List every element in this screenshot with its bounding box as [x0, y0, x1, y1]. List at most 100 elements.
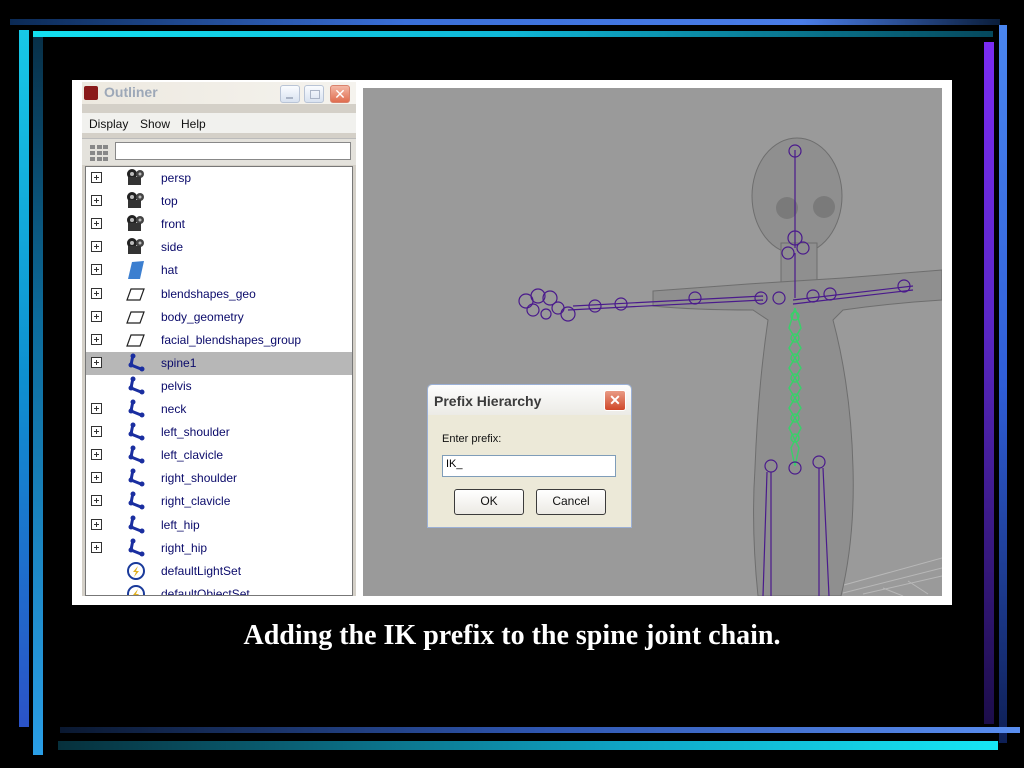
mesh-icon — [124, 260, 148, 280]
filter-input[interactable] — [115, 142, 351, 160]
dialog-close-button[interactable]: ✕ — [604, 390, 626, 411]
slide-frame-bar-bottom — [58, 741, 998, 750]
outliner-item-label: right_shoulder — [161, 471, 238, 486]
camera-icon — [124, 214, 148, 234]
close-button[interactable]: ✕ — [330, 85, 350, 103]
outliner-item-right-shoulder[interactable]: right_shoulder — [86, 467, 352, 490]
expand-icon[interactable] — [91, 356, 102, 368]
maximize-button[interactable] — [304, 85, 324, 103]
expand-icon[interactable] — [91, 310, 102, 322]
outliner-item-facial-blendshapes-group[interactable]: facial_blendshapes_group — [86, 329, 352, 352]
slide-frame-bar-left — [19, 30, 29, 727]
prefix-label: Enter prefix: — [442, 433, 502, 445]
filter-row — [82, 138, 356, 165]
outliner-item-defaultobjectset[interactable]: defaultObjectSet — [86, 583, 352, 596]
set-icon — [124, 584, 148, 595]
expand-icon[interactable] — [91, 287, 102, 299]
outliner-item-label: left_hip — [161, 517, 200, 532]
minimize-button[interactable] — [280, 85, 300, 103]
expand-icon[interactable] — [91, 541, 102, 553]
outliner-item-body-geometry[interactable]: body_geometry — [86, 306, 352, 329]
outliner-item-label: neck — [161, 402, 187, 416]
slide-frame-bar-top — [10, 19, 1000, 25]
outliner-item-side[interactable]: side — [86, 236, 352, 259]
menu-show[interactable]: Show — [140, 117, 170, 131]
cancel-button[interactable]: Cancel — [536, 489, 606, 515]
outliner-menubar: Display Show Help — [82, 113, 356, 133]
expand-icon[interactable] — [91, 449, 102, 461]
slide-frame-bar-right-inner — [984, 42, 994, 724]
outliner-item-persp[interactable]: persp — [86, 167, 352, 190]
outliner-item-spine1[interactable]: spine1 — [86, 351, 352, 375]
outliner-item-label: right_hip — [161, 540, 208, 555]
outliner-window: Outliner ✕ Display Show Help persp top fro… — [82, 82, 356, 596]
joint-icon — [124, 353, 148, 373]
expand-icon[interactable] — [91, 333, 102, 345]
expand-icon[interactable] — [91, 495, 102, 507]
prefix-hierarchy-dialog: Prefix Hierarchy ✕ Enter prefix: IK_ OK … — [427, 384, 632, 528]
slide-frame-bar-top-inner — [33, 31, 993, 37]
expand-icon[interactable] — [91, 472, 102, 484]
outliner-item-left-hip[interactable]: left_hip — [86, 514, 352, 537]
outliner-titlebar[interactable]: Outliner ✕ — [82, 82, 356, 104]
dialog-title: Prefix Hierarchy — [434, 393, 542, 409]
expand-icon[interactable] — [91, 218, 102, 230]
camera-icon — [124, 191, 148, 211]
transform-icon — [124, 284, 148, 304]
slide-frame-bar-left-inner — [33, 37, 43, 755]
outliner-item-label: right_clavicle — [161, 494, 231, 509]
outliner-item-right-clavicle[interactable]: right_clavicle — [86, 490, 352, 513]
transform-icon — [124, 307, 148, 327]
expand-icon[interactable] — [91, 403, 102, 414]
menu-display[interactable]: Display — [89, 117, 128, 131]
expand-icon[interactable] — [91, 195, 102, 207]
joint-icon — [124, 399, 148, 419]
outliner-item-label: hat — [161, 263, 178, 278]
expand-icon[interactable] — [91, 518, 102, 530]
joint-icon — [124, 491, 148, 511]
prefix-input[interactable]: IK_ — [442, 455, 616, 477]
ground-grid — [832, 557, 942, 596]
outliner-item-left-clavicle[interactable]: left_clavicle — [86, 444, 352, 467]
outliner-list: persp top front side hat blendshapes_geo body_… — [85, 166, 353, 596]
hand-joints — [518, 288, 576, 322]
camera-icon — [124, 168, 148, 188]
joint-icon — [124, 468, 148, 488]
slide-frame-bar-right — [999, 25, 1007, 743]
joint-icon — [124, 422, 148, 442]
outliner-item-label: blendshapes_geo — [161, 286, 256, 301]
maya-screenshot: Outliner ✕ Display Show Help persp top fro… — [72, 80, 952, 605]
transform-icon — [124, 330, 148, 350]
outliner-item-label: defaultLightSet — [161, 563, 242, 578]
joint-icon — [124, 515, 148, 535]
outliner-title: Outliner — [104, 84, 158, 100]
outliner-item-hat[interactable]: hat — [86, 259, 352, 282]
outliner-item-right-hip[interactable]: right_hip — [86, 537, 352, 560]
outliner-item-front[interactable]: front — [86, 213, 352, 236]
outliner-item-blendshapes-geo[interactable]: blendshapes_geo — [86, 283, 352, 306]
outliner-item-left-shoulder[interactable]: left_shoulder — [86, 421, 352, 444]
dialog-titlebar[interactable]: Prefix Hierarchy ✕ — [428, 385, 631, 415]
expand-icon[interactable] — [91, 426, 102, 438]
outliner-item-label: left_clavicle — [161, 448, 224, 463]
slide-frame-bar-bottom-inner — [60, 727, 1020, 733]
maya-app-icon — [84, 86, 98, 100]
outliner-item-top[interactable]: top — [86, 190, 352, 213]
outliner-item-label: pelvis — [161, 378, 192, 393]
ok-button[interactable]: OK — [454, 489, 524, 515]
joint-icon — [124, 445, 148, 465]
menu-help[interactable]: Help — [181, 117, 206, 131]
outliner-item-label: defaultObjectSet — [161, 586, 250, 596]
expand-icon[interactable] — [91, 264, 102, 276]
filter-arrows-icon[interactable] — [88, 143, 110, 161]
outliner-item-defaultlightset[interactable]: defaultLightSet — [86, 560, 352, 583]
outliner-item-neck[interactable]: neck — [86, 398, 352, 421]
slide-caption: Adding the IK prefix to the spine joint … — [243, 620, 781, 651]
set-icon — [124, 561, 148, 581]
outliner-item-label: facial_blendshapes_group — [161, 332, 302, 347]
expand-icon[interactable] — [91, 241, 102, 253]
outliner-item-label: persp — [161, 171, 192, 185]
outliner-item-pelvis[interactable]: pelvis — [86, 375, 352, 398]
expand-icon[interactable] — [91, 172, 102, 183]
joint-icon — [124, 538, 148, 558]
